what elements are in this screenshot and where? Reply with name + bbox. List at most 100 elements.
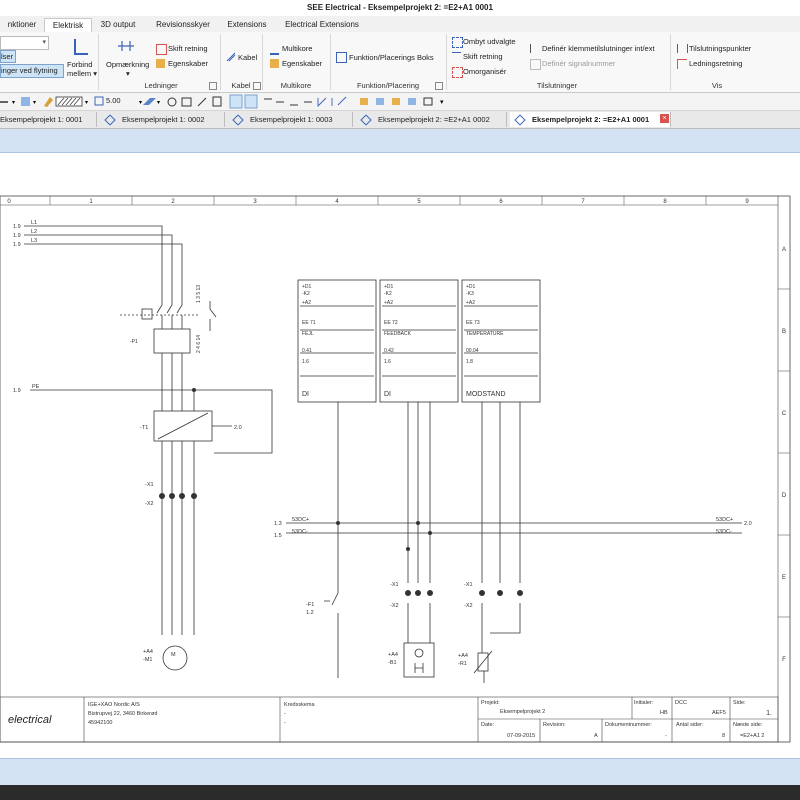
company-name: IGE+XAO Nordic A/S — [88, 702, 140, 708]
plc-addr: 00.04 — [466, 348, 479, 354]
connect-between-label2[interactable]: mellem ▾ — [67, 69, 97, 78]
doc-tab-ep1-0002[interactable]: Eksempelprojekt 1: 0002 — [100, 112, 225, 127]
relay-b1[interactable] — [403, 642, 435, 678]
resistor-r1[interactable] — [473, 638, 493, 683]
multicore-properties-button[interactable]: Egenskaber — [282, 59, 322, 68]
column-label: 6 — [499, 199, 503, 205]
diamond-icon — [514, 114, 526, 126]
diamond-icon — [104, 114, 116, 126]
cable-button[interactable]: Kabel — [238, 53, 257, 62]
tab-electrical-extensions[interactable]: Electrical Extensions — [280, 18, 364, 32]
doc-tab-label: Eksempelprojekt 1: 0002 — [122, 115, 205, 124]
initials-label: Initialer: — [634, 700, 654, 706]
properties-icon[interactable] — [156, 59, 165, 68]
tab-3d-output[interactable]: 3D output — [92, 18, 144, 32]
schematic-drawing[interactable]: 0 1 2 3 4 5 6 7 8 9 A B C D E F 1.9 L1 1… — [0, 153, 800, 758]
function-box-button[interactable]: Funktion/Placerings Boks — [349, 53, 434, 62]
column-label: 3 — [253, 199, 257, 205]
tslut-switch-direction-icon[interactable] — [452, 52, 461, 62]
column-label: 2 — [171, 199, 175, 205]
function-box-icon[interactable] — [336, 52, 347, 63]
terminal-group-tag: -X2 — [464, 603, 473, 609]
wire-direction-icon[interactable] — [677, 59, 687, 69]
schematic-canvas[interactable]: 0 1 2 3 4 5 6 7 8 9 A B C D E F 1.9 L1 1… — [0, 153, 800, 758]
plc-box-ee73[interactable] — [461, 279, 541, 403]
switch-direction-button[interactable]: Skift retning — [168, 44, 208, 53]
ribbon-left-item1[interactable]: lser — [0, 50, 16, 63]
group-label-multikore: Multikore — [280, 81, 312, 90]
next-page-value: =E2+A1 2 — [740, 733, 764, 739]
dc-name-out: 53DC- — [716, 529, 732, 535]
switch-direction-icon[interactable] — [156, 44, 167, 55]
pe-ref: 1.9 — [13, 388, 21, 394]
next-page-label: Næste side: — [733, 722, 763, 728]
document-tab-bar: Eksempelprojekt 1: 0001 Eksempelprojekt … — [0, 111, 800, 129]
plc-num: 1.6 — [384, 359, 391, 365]
drawing-toolbar: ▾ ▾ ▾ ▾ ▾ ▾ 5.00 — [0, 93, 800, 111]
plc-label: +D1 — [302, 284, 312, 290]
plc-box-ee72[interactable] — [379, 279, 459, 403]
ribbon-left-item2[interactable]: inger ved flytning — [0, 64, 64, 78]
marking-dropdown-icon[interactable]: ▾ — [126, 69, 130, 78]
doc-tab-label: Eksempelprojekt 2: =E2+A1 0001 — [532, 115, 650, 124]
column-label: 7 — [581, 199, 585, 205]
define-terminal-icon[interactable] — [530, 44, 540, 53]
tab-revisionsskyer[interactable]: Revisionsskyer — [150, 18, 216, 32]
phase-name: L1 — [31, 220, 37, 226]
plc-label: -K2 — [384, 291, 392, 297]
phase-ref: 1.9 — [13, 242, 21, 248]
close-tab-icon[interactable]: × — [660, 114, 669, 123]
multicore-icon[interactable] — [270, 44, 279, 55]
column-label: 9 — [745, 199, 749, 205]
doc-tab-ep1-0001[interactable]: Eksempelprojekt 1: 0001 — [0, 112, 97, 127]
properties-button[interactable]: Egenskaber — [168, 59, 208, 68]
doc-tab-ep2-0001[interactable]: Eksempelprojekt 2: =E2+A1 0001 — [510, 112, 671, 127]
reorganize-icon[interactable] — [452, 67, 463, 78]
toolbar-icons[interactable]: ▾ ▾ ▾ ▾ ▾ ▾ — [0, 94, 444, 109]
marking-icon[interactable] — [116, 38, 136, 54]
phase-name: L3 — [31, 238, 37, 244]
group-label-funktion: Funktion/Placering — [356, 81, 420, 90]
tab-funktioner[interactable]: nktioner — [0, 18, 44, 32]
ledninger-launcher-icon[interactable] — [209, 82, 217, 90]
kabel-launcher-icon[interactable] — [253, 82, 261, 90]
tab-elektrisk[interactable]: Elektrisk — [44, 18, 92, 33]
connect-between-label[interactable]: Forbind — [67, 60, 92, 69]
page-label: Side: — [733, 700, 746, 706]
connect-icon[interactable] — [74, 39, 88, 55]
doc-tab-ep1-0003[interactable]: Eksempelprojekt 1: 0003 — [228, 112, 353, 127]
plc-label: +D1 — [466, 284, 476, 290]
column-label: 4 — [335, 199, 339, 205]
plc-box-ee71[interactable] — [297, 279, 377, 403]
multicore-properties-icon[interactable] — [270, 59, 279, 68]
contact-f1[interactable] — [324, 592, 339, 606]
marking-button[interactable]: Opmærkning — [106, 60, 149, 69]
plc-ee: EE 72 — [384, 320, 398, 326]
ribbon-left-dropdown[interactable]: ▾ — [0, 36, 49, 50]
connection-points-icon[interactable] — [677, 44, 688, 53]
wire-direction-button[interactable]: Ledningsretning — [689, 59, 742, 68]
plc-label: +A2 — [384, 300, 393, 306]
tslut-switch-direction-button[interactable]: Skift retning — [463, 52, 503, 61]
status-bar — [0, 785, 800, 800]
motor-m1[interactable] — [162, 645, 188, 671]
motor-tag: -M1 — [143, 657, 152, 663]
terminal-group-tag: -X2 — [390, 603, 399, 609]
funktion-launcher-icon[interactable] — [435, 82, 443, 90]
define-terminal-button[interactable]: Definér klemmetilslutninger int/ext — [542, 44, 655, 53]
tab-extensions[interactable]: Extensions — [222, 18, 272, 32]
swap-button[interactable]: Ombyt udvalgte — [463, 37, 516, 46]
converter-t1[interactable] — [153, 410, 232, 442]
connection-points-button[interactable]: Tilslutningspunkter — [689, 44, 751, 53]
svg-text:▾: ▾ — [12, 100, 15, 106]
line-width-select[interactable]: 5.00 — [106, 96, 121, 105]
doc-tab-ep2-0002[interactable]: Eksempelprojekt 2: =E2+A1 0002 — [356, 112, 507, 127]
date-value: 07-09-2015 — [507, 733, 535, 739]
plc-ee: EE 71 — [302, 320, 316, 326]
plc-desc: TEMPERATURE — [466, 331, 504, 337]
cable-icon[interactable] — [226, 52, 236, 62]
multicore-button[interactable]: Multikore — [282, 44, 312, 53]
svg-text:▾: ▾ — [33, 100, 36, 106]
swap-icon[interactable] — [452, 37, 463, 48]
reorganize-button[interactable]: Omorganisér — [463, 67, 506, 76]
